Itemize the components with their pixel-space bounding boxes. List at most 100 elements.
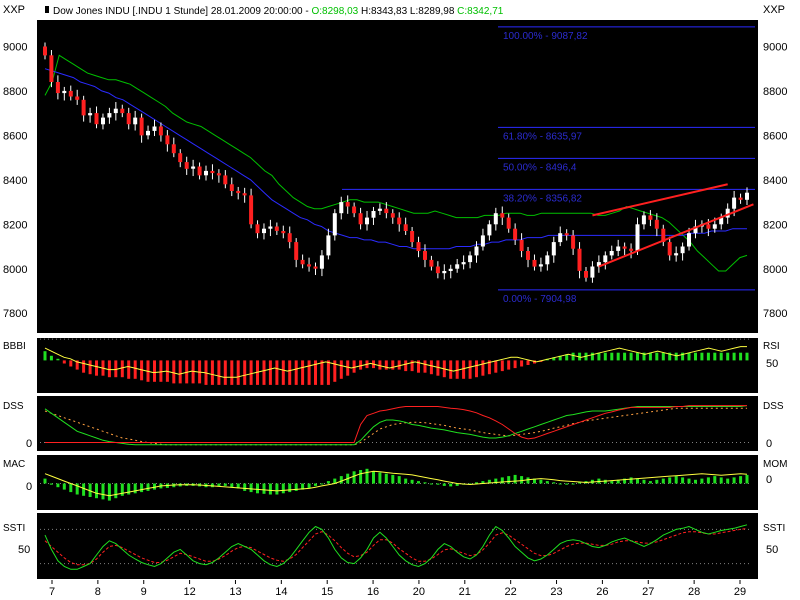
bbbi-bar [210,360,214,385]
candle-body [107,113,112,118]
y-tick-label-right: 8200 [763,219,787,231]
mac-bar [539,479,543,484]
y-tick-label-right: 8400 [763,175,787,187]
candle-body [410,231,415,243]
mac-bar [249,483,253,493]
candle-body [738,197,743,200]
mac-bar [268,483,272,495]
bbbi-tick-right: 50 [766,358,778,370]
mac-bar [320,483,324,485]
candle-body [532,259,537,267]
candle-body [667,242,672,256]
mac-bar [526,477,530,484]
candle-body [319,255,324,269]
mac-bar [133,483,137,494]
ssti-title-right: SSTI [763,523,785,534]
header-title: Dow Jones INDU [.INDU 1 Stunde] 28.01.20… [53,6,311,17]
mac-bar [475,482,478,484]
bbbi-bar [623,352,627,361]
candle-body [339,202,344,214]
corner-label-right: XXP [763,4,785,16]
mac-bar [339,476,343,484]
candle-body [88,113,93,116]
bbbi-bar [223,360,227,385]
bbbi-bar [674,352,678,361]
x-tick-label: 8 [95,586,101,598]
candle-body [300,259,305,265]
x-tick-label: 9 [141,586,147,598]
y-tick-label-right: 9000 [763,41,787,53]
x-tick-label: 14 [275,586,287,598]
candle-body [281,231,286,234]
candle-body [345,202,350,207]
y-tick-label-left: 8400 [3,175,27,187]
x-tick-label: 7 [49,586,55,598]
mac-bar [352,471,356,484]
y-tick-label-right: 8600 [763,130,787,142]
bbbi-bar [230,360,234,385]
candle-body [81,99,86,116]
candle-body [519,239,524,251]
y-tick-label-right: 8800 [763,86,787,98]
mac-bar [49,483,53,485]
x-tick-label: 27 [642,586,654,598]
y-tick-label-left: 8600 [3,130,27,142]
candle-body [571,235,576,249]
bbbi-bar [655,352,659,361]
mac-bar [545,481,549,484]
mac-bar [378,472,382,484]
bbbi-bar [243,360,247,385]
candle-body [468,255,473,263]
mac-bar [372,471,375,484]
candle-body [564,233,569,236]
bbbi-bar [43,351,47,361]
candle-body [204,170,208,176]
candle-body [538,264,543,267]
candle-body [184,162,189,169]
y-tick-label-right: 8000 [763,264,787,276]
candle-body [126,113,131,125]
candle-body [120,108,125,114]
candle-body [622,246,627,249]
mac-title-right: MOM [763,459,787,470]
bbbi-bar [49,355,53,361]
x-tick-label: 12 [183,586,195,598]
mac-bar [262,483,266,494]
mac-tick-right: 0 [766,474,772,486]
bbbi-bar [732,352,736,361]
x-axis: 7 8 9 12 13 14 15 16 20 21 22 23 26 27 28 29 [49,580,746,598]
bbbi-bar [481,360,485,376]
chart-canvas: XXP XXP Dow Jones INDU [.INDU 1 Stunde] … [3,4,787,598]
mac-bar [384,473,388,484]
bbbi-bar [301,360,305,385]
mac-bar [223,483,227,486]
candle-body [313,266,318,269]
candle-body [654,219,659,229]
bbbi-bar [694,352,697,361]
candle-body [629,248,634,251]
header-marker-icon [45,6,49,13]
bbbi-bar [700,352,704,361]
bbbi-bar [326,360,330,385]
mac-bar [719,477,723,484]
candle-body [384,208,389,214]
candle-body [133,117,138,125]
bbbi-bar [629,352,633,361]
candle-body [94,113,99,125]
bbbi-bar [107,360,111,378]
y-tick-label-left: 8800 [3,86,27,98]
ssti-title-left: SSTI [3,523,25,534]
bbbi-bar [159,360,163,382]
bbbi-bar [88,360,92,375]
candle-body [448,268,453,271]
dss-title-left: DSS [3,401,24,412]
bbbi-bar [423,360,427,373]
header-close: C:8342,71 [454,6,503,17]
x-tick-label: 20 [413,586,425,598]
bbbi-bar [404,360,408,372]
bbbi-bar [661,352,665,361]
candle-body [442,271,447,274]
candle-body [603,255,608,263]
candle-body [732,197,737,209]
bbbi-bar [648,352,652,361]
